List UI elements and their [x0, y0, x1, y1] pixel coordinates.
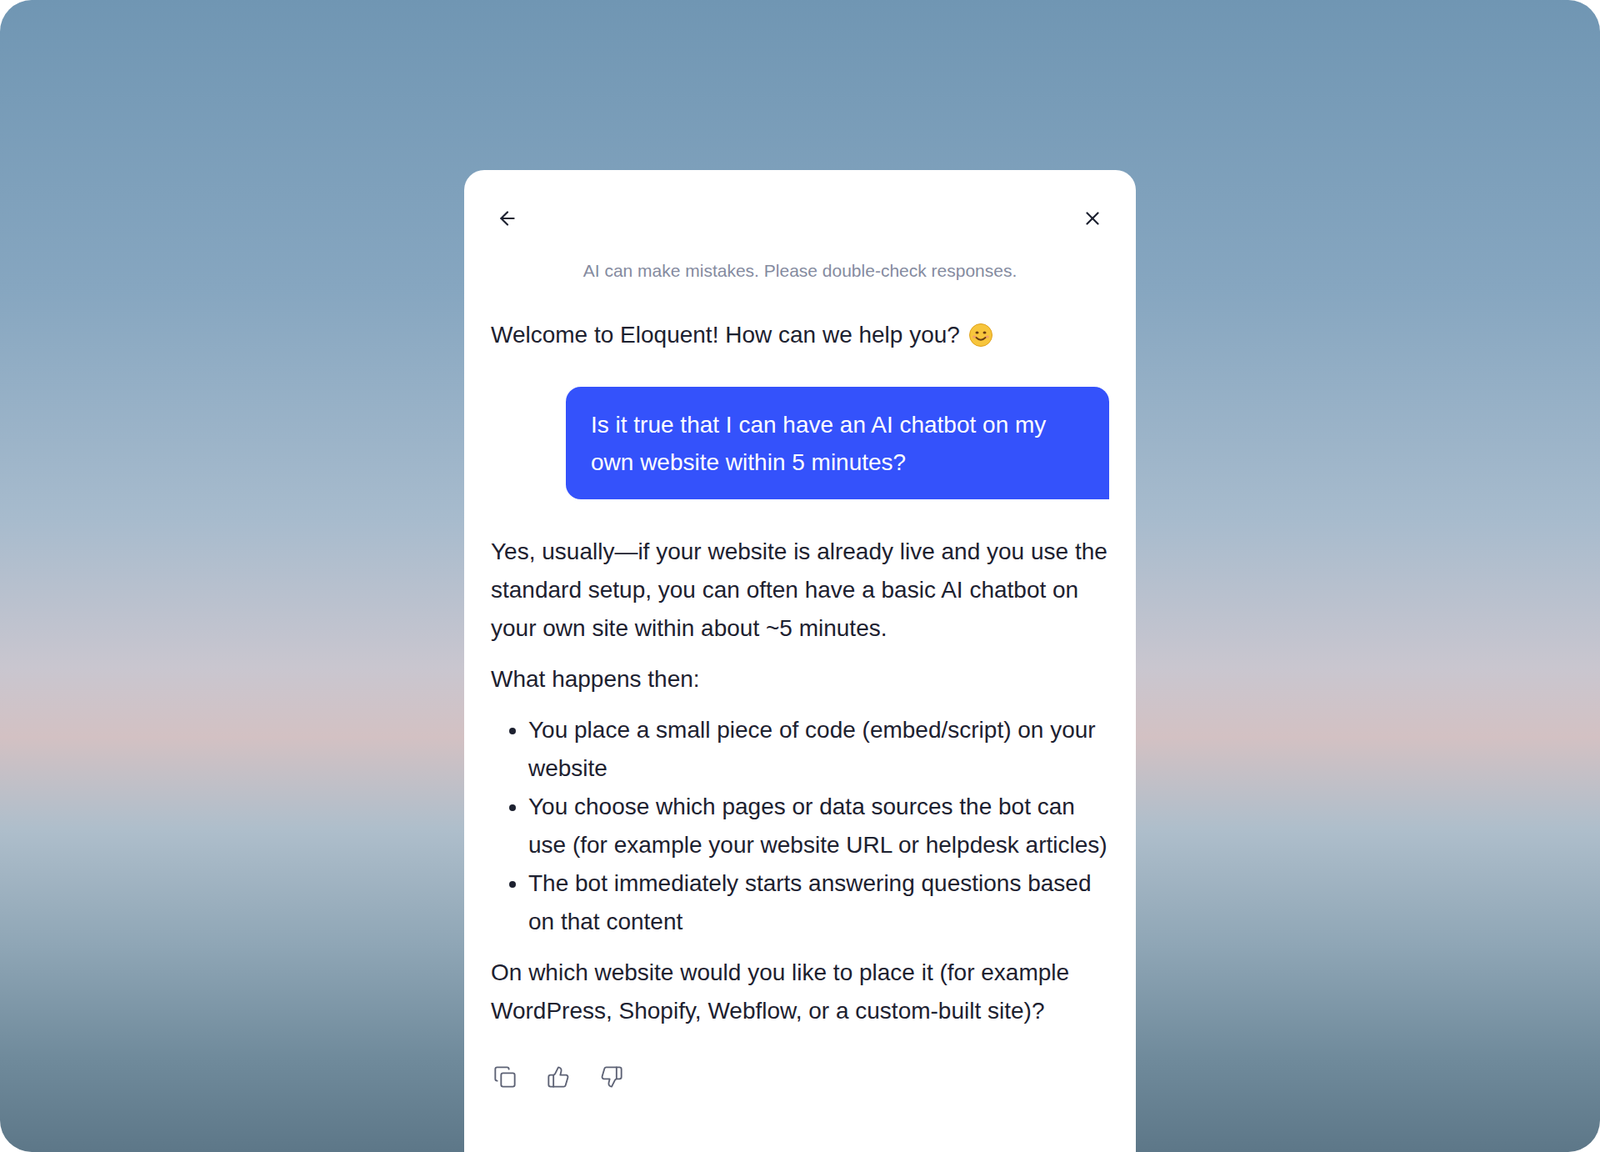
chat-header — [490, 200, 1110, 236]
thumbs-down-icon — [600, 1065, 624, 1089]
thumbs-up-button[interactable] — [544, 1062, 573, 1091]
assistant-message: Yes, usually—if your website is already … — [490, 532, 1110, 1091]
background-photo: AI can make mistakes. Please double-chec… — [0, 0, 1600, 1152]
smiley-icon — [968, 322, 994, 348]
ai-disclaimer: AI can make mistakes. Please double-chec… — [490, 259, 1110, 283]
close-icon — [1081, 207, 1104, 230]
answer-bullet: You choose which pages or data sources t… — [528, 787, 1110, 865]
answer-bullet-list: You place a small piece of code (embed/s… — [490, 710, 1110, 941]
back-button[interactable] — [494, 205, 521, 232]
copy-icon — [493, 1065, 517, 1089]
answer-intro: Yes, usually—if your website is already … — [490, 532, 1110, 648]
chat-widget: AI can make mistakes. Please double-chec… — [464, 170, 1136, 1152]
copy-button[interactable] — [490, 1062, 520, 1091]
user-message-bubble: Is it true that I can have an AI chatbot… — [565, 386, 1110, 500]
message-actions — [490, 1062, 1110, 1091]
thumbs-down-button[interactable] — [597, 1062, 626, 1091]
answer-question: On which website would you like to place… — [490, 953, 1110, 1030]
user-message-row: Is it true that I can have an AI chatbot… — [490, 386, 1110, 500]
thumbs-up-icon — [546, 1065, 570, 1089]
answer-subheading: What happens then: — [490, 660, 1110, 699]
arrow-left-icon — [496, 207, 519, 230]
answer-bullet: The bot immediately starts answering que… — [528, 864, 1110, 941]
answer-bullet: You place a small piece of code (embed/s… — [528, 710, 1110, 788]
greeting-message: Welcome to Eloquent! How can we help you… — [490, 315, 1110, 355]
close-button[interactable] — [1079, 205, 1106, 232]
